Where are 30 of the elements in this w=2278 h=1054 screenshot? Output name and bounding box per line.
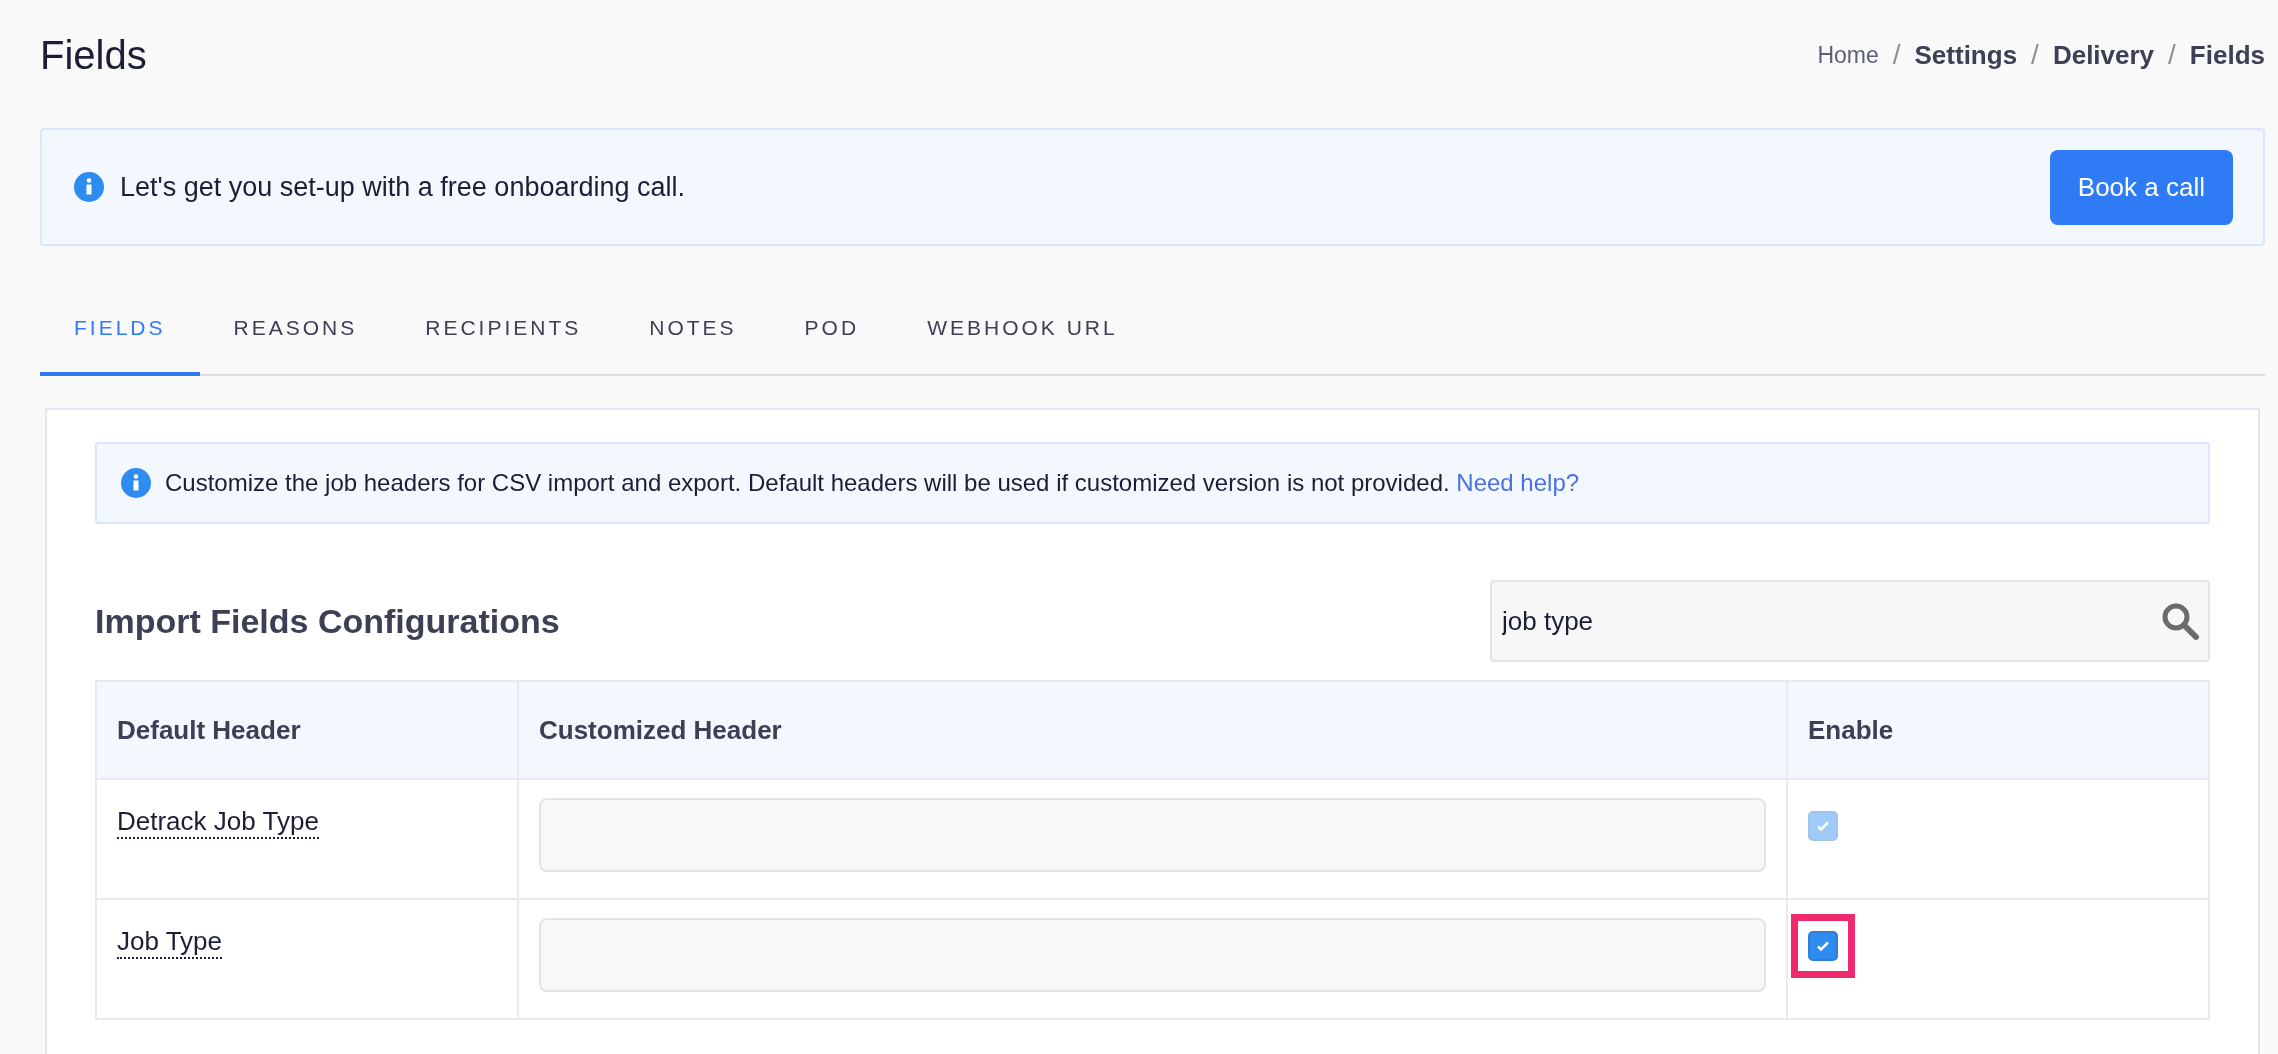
page-title: Fields <box>40 32 147 78</box>
search-field[interactable]: job type <box>1490 580 2210 662</box>
breadcrumb-link[interactable]: Delivery <box>2052 39 2155 71</box>
info-text: Customize the job headers for CSV import and export. Default headers will be used if customized version is not provided. Need help? <box>165 469 1580 497</box>
default-header-text: Job Type <box>117 926 223 959</box>
book-call-button[interactable]: Book a call <box>2049 149 2233 225</box>
column-header: Default Header <box>96 681 518 779</box>
tab[interactable]: POD <box>770 284 894 376</box>
section-title: Import Fields Configurations <box>95 601 560 641</box>
breadcrumb-link[interactable]: Home <box>1817 41 1879 69</box>
tab[interactable]: FIELDS <box>40 284 200 376</box>
banner-text: Let's get you set-up with a free onboarding call. <box>120 171 685 203</box>
breadcrumb-separator: / <box>1892 39 1901 71</box>
column-header: Enable <box>1787 681 2209 779</box>
breadcrumb-link[interactable]: Fields <box>2189 39 2265 71</box>
help-link[interactable]: Need help? <box>1456 469 1580 496</box>
tab[interactable]: RECIPIENTS <box>391 284 616 376</box>
tab[interactable]: REASONS <box>199 284 392 376</box>
breadcrumb-separator: / <box>2168 39 2176 71</box>
breadcrumb-link[interactable]: Settings <box>1914 39 2018 71</box>
info-icon <box>121 468 151 498</box>
default-header-text: Detrack Job Type <box>117 806 319 839</box>
enable-checkbox[interactable] <box>1808 931 1838 961</box>
search-icon[interactable] <box>2160 601 2200 641</box>
info-icon <box>74 172 104 202</box>
breadcrumb-separator: / <box>2031 39 2039 71</box>
column-header: Customized Header <box>518 681 1787 779</box>
tab[interactable]: NOTES <box>615 284 771 376</box>
tab[interactable]: WEBHOOK URL <box>893 284 1152 376</box>
customized-header-input[interactable] <box>539 918 1766 992</box>
